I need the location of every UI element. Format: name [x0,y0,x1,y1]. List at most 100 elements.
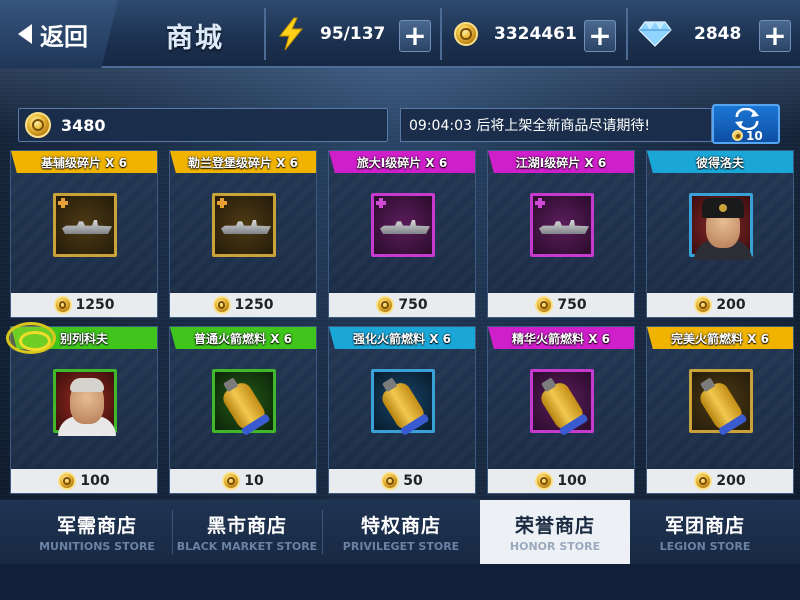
warship-icon [221,220,271,234]
tab-sublabel: MUNITIONS STORE [39,540,155,553]
floating-assistant-button[interactable] [2,318,60,358]
honor-medal-icon [535,296,554,314]
product-price: 1250 [11,293,157,317]
product-image-frame [689,369,753,433]
top-bar: 返回 商城 95/137 + 3324461 + 2848 + [0,0,800,68]
honor-medal-icon [222,472,241,490]
warship-icon [380,220,430,234]
product-name: 江湖I级碎片 X 6 [488,151,634,173]
fragment-puzzle-icon [217,198,227,208]
product-image-frame [53,369,117,436]
product-price: 100 [488,469,634,493]
honor-medal-icon [212,296,231,314]
price-value: 1250 [234,297,274,313]
product-price: 750 [329,293,475,317]
refresh-icon [735,108,759,130]
honor-medal-icon [53,296,72,314]
tab-divider [322,510,323,554]
gold-medal-icon [454,22,478,46]
plus-icon: + [763,19,787,52]
tab-store[interactable]: 黑市商店 BLACK MARKET STORE [172,500,322,564]
fragment-puzzle-icon [376,198,386,208]
diamond-icon [638,21,672,47]
price-value: 200 [716,473,746,489]
tab-label: 荣誉商店 [514,515,595,537]
back-button[interactable]: 返回 [0,0,118,68]
gold-value: 3324461 [494,24,577,44]
fragment-puzzle-icon [58,198,68,208]
tab-label: 黑市商店 [206,515,287,537]
refresh-button[interactable]: 10 [712,104,780,144]
add-gold-button[interactable]: + [584,20,616,52]
price-value: 200 [716,297,746,313]
add-diamond-button[interactable]: + [759,20,791,52]
shop-screen: 返回 商城 95/137 + 3324461 + 2848 + 3480 09:… [0,0,800,600]
product-image-frame [371,369,435,433]
product-name: 勒兰登堡级碎片 X 6 [170,151,316,173]
product-card[interactable]: 强化火箭燃料 X 6 50 [328,326,476,494]
price-value: 1250 [75,297,115,313]
product-image-frame [212,193,276,257]
diamond-value: 2848 [694,24,742,44]
tab-label: 军需商店 [56,515,137,537]
product-name: 普通火箭燃料 X 6 [170,327,316,349]
product-image-frame [689,193,753,260]
honor-medal-icon [381,472,400,490]
page-title: 商城 [166,23,224,54]
tab-store[interactable]: 军团商店 LEGION STORE [630,500,780,564]
price-value: 100 [80,473,110,489]
product-name: 精华火箭燃料 X 6 [488,327,634,349]
refresh-cost: 10 [746,129,763,143]
tab-store[interactable]: 荣誉商店 HONOR STORE [480,500,630,564]
honor-medal-icon [694,296,713,314]
plus-icon: + [403,19,427,52]
product-card[interactable]: 完美火箭燃料 X 6 200 [646,326,794,494]
tab-sublabel: PRIVILEGET STORE [342,540,460,553]
product-name: 基辅级碎片 X 6 [11,151,157,173]
price-value: 750 [557,297,587,313]
product-name: 完美火箭燃料 X 6 [647,327,793,349]
refresh-timer: 09:04:03 后将上架全新商品尽请期待! [400,108,712,142]
honor-medal-icon [25,112,51,138]
tab-label: 军团商店 [664,515,745,537]
product-card[interactable]: 江湖I级碎片 X 6 750 [487,150,635,318]
honor-medal-icon [58,472,77,490]
product-price: 100 [11,469,157,493]
product-price: 750 [488,293,634,317]
product-card[interactable]: 勒兰登堡级碎片 X 6 1250 [169,150,317,318]
energy-value: 95/137 [320,24,386,44]
tab-store[interactable]: 特权商店 PRIVILEGET STORE [322,500,480,564]
diamond-cost-icon [732,130,743,141]
honor-balance: 3480 [18,108,388,142]
product-image-frame [530,193,594,257]
product-name: 彼得洛夫 [647,151,793,173]
tab-divider [172,510,173,554]
product-card[interactable]: 彼得洛夫 200 [646,150,794,318]
add-energy-button[interactable]: + [399,20,431,52]
product-card[interactable]: 基辅级碎片 X 6 1250 [10,150,158,318]
product-image-frame [371,193,435,257]
product-name: 旅大I级碎片 X 6 [329,151,475,173]
store-tabs: 军需商店 MUNITIONS STORE 黑市商店 BLACK MARKET STOR… [0,500,800,600]
tab-store[interactable]: 军需商店 MUNITIONS STORE [22,500,172,564]
honor-medal-icon [535,472,554,490]
plus-icon: + [588,19,612,52]
officer-hat-icon [702,198,744,218]
fuel-canister-icon [219,379,269,433]
price-value: 10 [244,473,264,489]
fuel-canister-icon [378,379,428,433]
back-arrow-icon [18,24,32,44]
officer-hair [70,378,104,392]
product-image-frame [53,193,117,257]
price-value: 750 [398,297,428,313]
product-name: 强化火箭燃料 X 6 [329,327,475,349]
fuel-canister-icon [537,379,587,433]
product-price: 200 [647,469,793,493]
product-card[interactable]: 普通火箭燃料 X 6 10 [169,326,317,494]
product-price: 10 [170,469,316,493]
product-image-frame [530,369,594,433]
product-card[interactable]: 旅大I级碎片 X 6 750 [328,150,476,318]
honor-value: 3480 [61,115,106,135]
product-card[interactable]: 精华火箭燃料 X 6 100 [487,326,635,494]
honor-medal-icon [694,472,713,490]
